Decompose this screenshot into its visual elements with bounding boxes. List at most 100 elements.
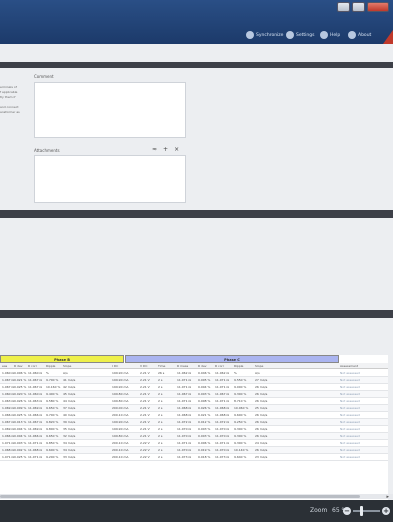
table-cell: 0.046 %: [198, 371, 211, 375]
column-header[interactable]: Ripple: [46, 363, 55, 369]
table-cell: 9.600 %: [234, 413, 247, 417]
column-header[interactable]: Slope: [63, 363, 71, 369]
table-cell: 0.006 %: [198, 441, 211, 445]
table-cell: 2.21 V: [140, 413, 150, 417]
column-header[interactable]: Time: [158, 363, 165, 369]
table-cell: 9.400 %: [46, 392, 59, 396]
table-cell: 25 mA/s: [255, 406, 268, 410]
scroll-thumb[interactable]: [0, 495, 360, 498]
settings-menu[interactable]: Settings: [286, 31, 314, 39]
table-cell: 10.160 %: [46, 385, 61, 389]
table-row[interactable]: 1.066 Ω 0.025 % 11.066 Ω 9.700 % 40 mA/s 200.…: [0, 412, 388, 419]
table-cell: 37 mA/s: [63, 406, 76, 410]
table-row[interactable]: 1.067 Ω 0.025 % 11.067 Ω 10.160 % 42 mA/s 199…: [0, 384, 388, 391]
column-header[interactable]: Slope: [255, 363, 263, 369]
table-row[interactable]: 1.060 Ω 0.020 % 11.060 Ω 9.400 % 45 mA/s 199.…: [0, 391, 388, 398]
assessment-cell: Not assessed: [340, 434, 360, 438]
table-cell: 9.850 %: [46, 441, 59, 445]
table-cell: A/s: [255, 371, 260, 375]
table-row[interactable]: 1.071 Ω 0.003 % 11.071 Ω 9.850 % 34 mA/s 200.…: [0, 440, 388, 447]
table-cell: 9.580 %: [46, 399, 59, 403]
table-row[interactable]: 1.068 Ω 0.002 % 11.068 Ω 9.600 % 34 mA/s 200.…: [0, 447, 388, 454]
zoom-slider[interactable]: [353, 510, 380, 512]
zoom-out-icon[interactable]: −: [343, 507, 351, 515]
horizontal-scrollbar[interactable]: ▸: [0, 494, 393, 500]
table-cell: 11.073 Ω: [215, 455, 229, 459]
table-row[interactable]: 1.069 Ω 0.004 % 11.069 Ω 9.800 % 35 mA/s 199.…: [0, 426, 388, 433]
table-cell: 41 mA/s: [63, 378, 76, 382]
link-icon[interactable]: ≈: [152, 146, 157, 153]
column-header[interactable]: R dev: [198, 363, 207, 369]
table-cell: 26 mA/s: [255, 448, 268, 452]
column-header[interactable]: V DC: [140, 363, 147, 369]
column-header[interactable]: R corr: [215, 363, 224, 369]
column-header[interactable]: R meas: [177, 363, 188, 369]
close-button[interactable]: [367, 2, 389, 12]
minimize-button[interactable]: [337, 2, 350, 12]
table-cell: 2.21 V: [140, 392, 150, 396]
table-cell: 0.019 %: [198, 448, 211, 452]
attachments-box[interactable]: [34, 155, 186, 203]
table-cell: 1.069 Ω: [2, 406, 14, 410]
column-header[interactable]: I DC: [112, 363, 118, 369]
table-row[interactable]: 1.067 Ω 0.013 % 11.067 Ω 9.820 % 39 mA/s 199.…: [0, 419, 388, 426]
table-row[interactable]: 1.063 Ω 0.026 % 11.063 Ω 9.580 % 44 mA/s 199.…: [0, 398, 388, 405]
table-cell: 2.21 V: [140, 378, 150, 382]
table-cell: 2 s: [158, 399, 163, 403]
synchronize-label: Synchronize: [256, 32, 284, 38]
table-cell: 0.009 %: [14, 406, 27, 410]
remove-icon[interactable]: ×: [174, 146, 179, 153]
table-cell: 199.90 mA: [112, 378, 129, 382]
table-cell: 11.071 Ω: [177, 441, 191, 445]
column-header[interactable]: Ripple: [234, 363, 243, 369]
help-menu[interactable]: Help: [320, 31, 340, 39]
assessment-cell: Not assessed: [340, 371, 360, 375]
column-header[interactable]: R corr: [28, 363, 37, 369]
table-row[interactable]: 1.066 Ω 0.004 % 11.066 Ω 9.650 % 32 mA/s 199.…: [0, 433, 388, 440]
column-header[interactable]: eas: [2, 363, 7, 369]
table-cell: 26 mA/s: [255, 392, 268, 396]
table-row[interactable]: 1.067 Ω 0.021 % 11.067 Ω 9.700 % 41 mA/s 199.…: [0, 377, 388, 384]
table-cell: 11.073 Ω: [177, 455, 191, 459]
maximize-button[interactable]: [352, 2, 365, 12]
assessment-cell: Not assessed: [340, 448, 360, 452]
table-cell: 200.10 mA: [112, 448, 129, 452]
synchronize-menu[interactable]: Synchronize: [246, 31, 283, 39]
title-bar: Synchronize Settings Help About: [0, 0, 393, 44]
zoom-slider-thumb[interactable]: [360, 506, 364, 516]
settings-label: Settings: [296, 32, 315, 38]
table-cell: 11.071 Ω: [215, 385, 229, 389]
table-cell: 11.071 Ω: [215, 441, 229, 445]
zoom-in-icon[interactable]: +: [382, 507, 390, 515]
assessment-cell: Not assessed: [340, 406, 360, 410]
table-row[interactable]: 1.069 Ω 0.009 % 11.069 Ω 9.650 % 37 mA/s 200.…: [0, 405, 388, 412]
table-cell: 10.140 %: [234, 448, 249, 452]
about-label: About: [358, 32, 372, 38]
zoom-label: Zoom: [310, 507, 328, 514]
help-label: Help: [330, 32, 341, 38]
about-menu[interactable]: About: [348, 31, 371, 39]
table-cell: 0.018 %: [198, 455, 211, 459]
add-icon[interactable]: +: [163, 146, 168, 153]
table-cell: 199.90 mA: [112, 385, 129, 389]
table-cell: 33 mA/s: [63, 455, 76, 459]
table-cell: 11.068 Ω: [177, 406, 191, 410]
table-cell: 26 mA/s: [255, 420, 268, 424]
table-cell: 11.070 Ω: [215, 434, 229, 438]
assessment-cell: Not assessed: [340, 441, 360, 445]
table-cell: 11.063 Ω: [28, 399, 42, 403]
table-cell: 11.071 Ω: [177, 399, 191, 403]
comment-textarea[interactable]: [34, 82, 186, 138]
table-row[interactable]: 1.060 Ω 0.006 % 11.060 Ω% A/s 199.90 mA 2.21 …: [0, 370, 388, 377]
table-cell: 9.650 %: [46, 434, 59, 438]
column-header[interactable]: R dev: [14, 363, 23, 369]
table-cell: 0.003 %: [14, 441, 27, 445]
table-cell: 9.300 %: [234, 441, 247, 445]
table-cell: 11.071 Ω: [177, 378, 191, 382]
column-header[interactable]: Assessment: [340, 363, 358, 369]
table-row[interactable]: 1.071 Ω 0.025 % 11.071 Ω 9.200 % 33 mA/s 200.…: [0, 454, 388, 461]
table-cell: 9.300 %: [234, 434, 247, 438]
table-cell: 2 s: [158, 434, 163, 438]
table-cell: 11.070 Ω: [177, 427, 191, 431]
table-cell: 0.003 %: [198, 392, 211, 396]
